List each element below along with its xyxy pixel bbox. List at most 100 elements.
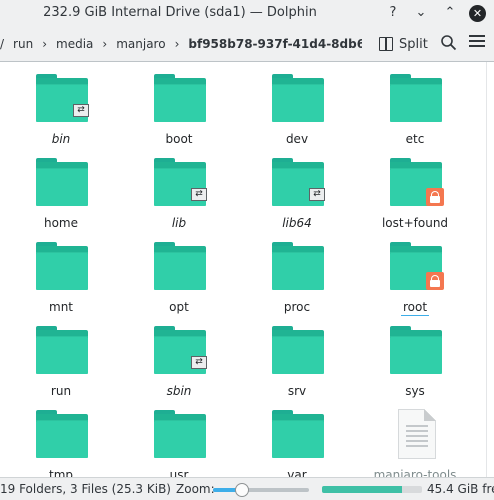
folder-item[interactable]: var — [247, 398, 347, 477]
search-button[interactable] — [440, 34, 458, 52]
folder-icon — [390, 326, 442, 374]
item-name: srv — [287, 384, 307, 398]
text-file-icon — [398, 409, 436, 459]
folder-item[interactable]: opt — [129, 230, 229, 314]
item-label: var — [247, 468, 347, 477]
item-label: manjaro-tools — [365, 468, 465, 477]
item-name: lib — [171, 216, 187, 230]
folder-item[interactable]: home — [11, 146, 111, 230]
item-label: proc — [247, 300, 347, 314]
vertical-scrollbar[interactable] — [486, 62, 494, 477]
item-name: boot — [165, 132, 193, 146]
breadcrumb-item-current[interactable]: bf958b78-937f-41d4-8db6-69 — [188, 37, 362, 51]
folder-item[interactable]: root — [365, 230, 465, 316]
folder-icon — [272, 326, 324, 374]
hamburger-menu-button[interactable] — [469, 35, 485, 51]
symlink-emblem-icon: ⇄ — [309, 188, 325, 201]
folder-item[interactable]: srv — [247, 314, 347, 398]
item-name: var — [287, 468, 307, 477]
item-label: lost+found — [365, 216, 465, 230]
item-label: dev — [247, 132, 347, 146]
symlink-emblem-icon: ⇄ — [191, 188, 207, 201]
folder-item[interactable]: ⇄ lib — [129, 146, 229, 230]
zoom-slider[interactable] — [213, 483, 309, 497]
item-name: lost+found — [381, 216, 449, 230]
folder-icon — [272, 242, 324, 290]
lock-emblem-icon — [426, 272, 444, 290]
folder-item[interactable]: boot — [129, 62, 229, 146]
folder-item[interactable]: sys — [365, 314, 465, 398]
item-label: home — [11, 216, 111, 230]
title-bar[interactable]: 232.9 GiB Internal Drive (sda1) — Dolphi… — [0, 0, 494, 27]
minimize-button[interactable]: ⌄ — [412, 4, 430, 22]
selection-summary: 19 Folders, 3 Files (25.3 KiB) — [0, 482, 171, 496]
chevron-right-icon[interactable]: › — [42, 37, 47, 51]
breadcrumb-item-run[interactable]: run — [13, 37, 33, 51]
help-button[interactable]: ? — [384, 4, 402, 22]
folder-item[interactable]: ⇄ bin — [11, 62, 111, 146]
item-label: sbin — [129, 384, 229, 398]
breadcrumb-item-manjaro[interactable]: manjaro — [116, 37, 165, 51]
item-label: opt — [129, 300, 229, 314]
folder-icon: ⇄ — [36, 74, 89, 122]
search-icon — [441, 35, 457, 51]
folder-icon — [36, 410, 88, 458]
folder-icon: ⇄ — [272, 158, 325, 206]
status-bar: 19 Folders, 3 Files (25.3 KiB) Zoom: 45.… — [0, 477, 494, 500]
window-title: 232.9 GiB Internal Drive (sda1) — Dolphi… — [43, 5, 317, 20]
hamburger-line — [469, 45, 485, 47]
folder-icon — [154, 74, 206, 122]
close-button[interactable]: ✕ — [469, 5, 486, 22]
zoom-slider-handle[interactable] — [234, 483, 249, 497]
split-view-icon — [379, 37, 393, 51]
file-item[interactable]: manjaro-tools — [365, 398, 465, 477]
folder-icon — [272, 74, 324, 122]
file-icon-view[interactable]: ⇄ bin boot dev etc home ⇄ lib ⇄ lib64 lost+found mn… — [0, 62, 486, 477]
maximize-button[interactable]: ⌃ — [441, 4, 459, 22]
split-button[interactable]: Split — [379, 33, 428, 55]
item-label: sys — [365, 384, 465, 398]
item-name: etc — [405, 132, 425, 146]
folder-icon — [390, 242, 444, 290]
symlink-emblem-icon: ⇄ — [191, 356, 207, 369]
disk-space-bar[interactable] — [322, 486, 422, 493]
breadcrumb-root[interactable]: / — [0, 37, 4, 51]
item-name: sbin — [166, 384, 192, 398]
folder-item[interactable]: run — [11, 314, 111, 398]
folder-item[interactable]: proc — [247, 230, 347, 314]
item-name: dev — [285, 132, 309, 146]
chevron-right-icon[interactable]: › — [175, 37, 180, 51]
folder-item[interactable]: usr — [129, 398, 229, 477]
item-name: usr — [169, 468, 189, 477]
folder-item[interactable]: ⇄ sbin — [129, 314, 229, 398]
item-label: etc — [365, 132, 465, 146]
folder-item[interactable]: tmp — [11, 398, 111, 477]
item-name: lib64 — [282, 216, 312, 230]
item-label: lib64 — [247, 216, 347, 230]
folder-icon — [390, 158, 444, 206]
folder-icon: ⇄ — [154, 326, 207, 374]
folder-icon — [390, 74, 442, 122]
item-name: opt — [169, 300, 189, 314]
folder-item[interactable]: dev — [247, 62, 347, 146]
item-label: boot — [129, 132, 229, 146]
folder-icon — [36, 158, 88, 206]
item-name: sys — [405, 384, 425, 398]
folder-item[interactable]: ⇄ lib64 — [247, 146, 347, 230]
folder-icon — [154, 242, 206, 290]
folder-icon: ⇄ — [154, 158, 207, 206]
folder-icon — [36, 242, 88, 290]
breadcrumb-item-media[interactable]: media — [56, 37, 93, 51]
item-label: mnt — [11, 300, 111, 314]
folder-icon — [272, 410, 324, 458]
chevron-right-icon[interactable]: › — [102, 37, 107, 51]
folder-item[interactable]: mnt — [11, 230, 111, 314]
item-label: tmp — [11, 468, 111, 477]
item-label: srv — [247, 384, 347, 398]
folder-item[interactable]: etc — [365, 62, 465, 146]
free-space-label: 45.4 GiB free — [427, 482, 494, 496]
folder-item[interactable]: lost+found — [365, 146, 465, 230]
item-name: bin — [51, 132, 71, 146]
item-name: mnt — [49, 300, 73, 314]
item-name: tmp — [48, 468, 73, 477]
